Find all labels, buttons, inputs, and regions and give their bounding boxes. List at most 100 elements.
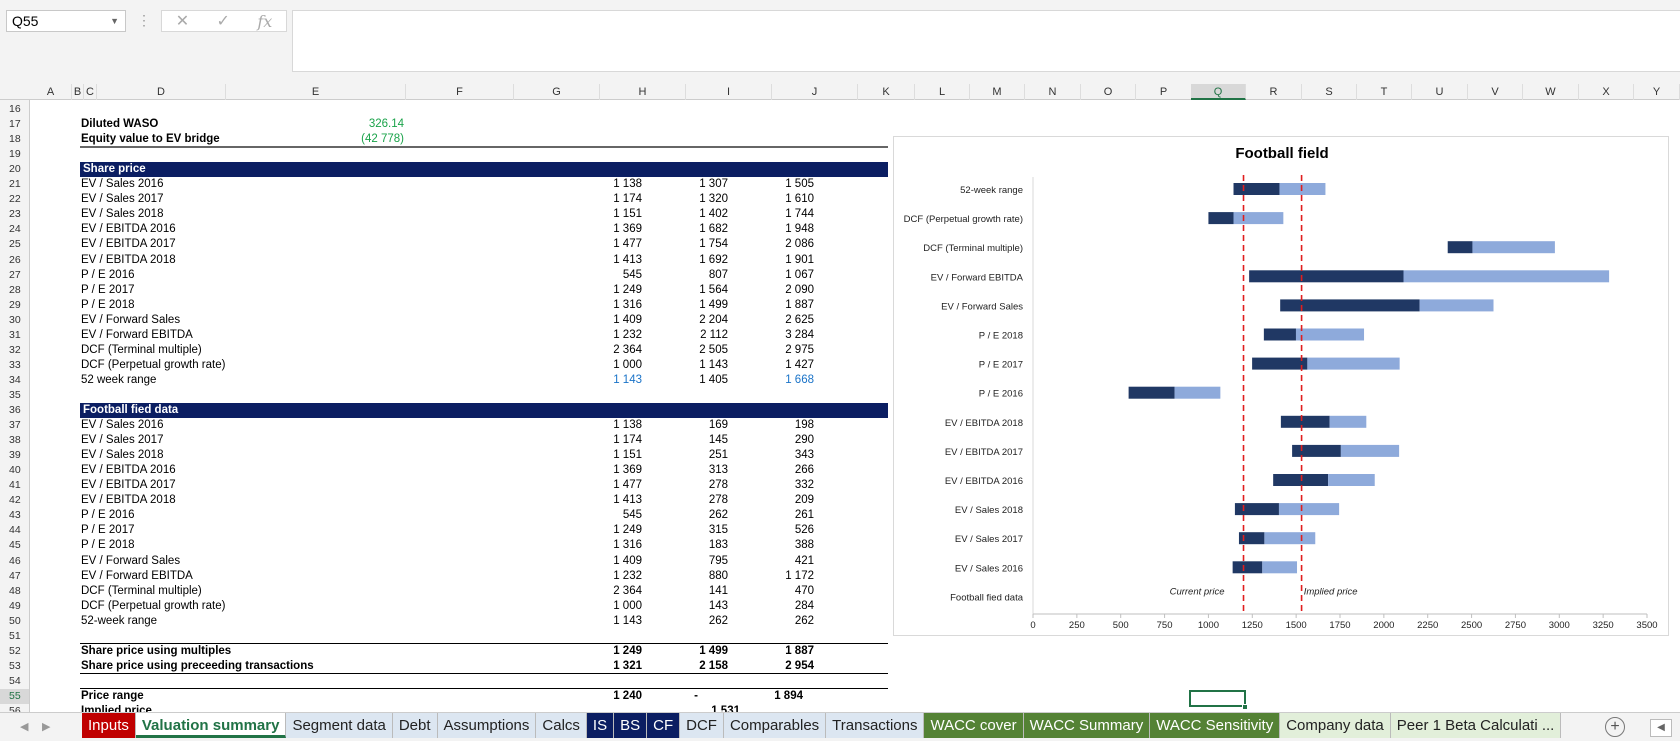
- share-price-high[interactable]: 1 744: [734, 207, 814, 222]
- share-price-label[interactable]: EV / EBITDA 2018: [81, 253, 176, 268]
- transactions-low[interactable]: 1 321: [562, 659, 642, 674]
- sheet-tab[interactable]: BS: [614, 713, 648, 738]
- share-price-low[interactable]: 1 138: [562, 177, 642, 192]
- football-data-label[interactable]: DCF (Perpetual growth rate): [81, 599, 225, 614]
- share-price-low[interactable]: 1 369: [562, 222, 642, 237]
- football-data-base[interactable]: 1 369: [562, 463, 642, 478]
- share-price-high[interactable]: 3 284: [734, 328, 814, 343]
- football-data-base[interactable]: 1 138: [562, 418, 642, 433]
- row-header[interactable]: 17: [0, 117, 29, 132]
- share-price-high[interactable]: 1 610: [734, 192, 814, 207]
- row-header[interactable]: 25: [0, 237, 29, 252]
- share-price-low[interactable]: 1 232: [562, 328, 642, 343]
- cancel-icon[interactable]: ✕: [176, 11, 189, 31]
- football-data-label[interactable]: EV / Forward Sales: [81, 554, 180, 569]
- row-header[interactable]: 29: [0, 298, 29, 313]
- column-header-e[interactable]: E: [226, 84, 406, 100]
- column-header-d[interactable]: D: [97, 84, 226, 100]
- football-data-label[interactable]: DCF (Terminal multiple): [81, 584, 202, 599]
- share-price-mid[interactable]: 1 320: [648, 192, 728, 207]
- active-cell-selection[interactable]: [1189, 690, 1246, 707]
- share-price-low[interactable]: 1 409: [562, 313, 642, 328]
- row-header[interactable]: 34: [0, 373, 29, 388]
- row-header[interactable]: 42: [0, 493, 29, 508]
- column-header-x[interactable]: X: [1579, 84, 1634, 100]
- sheet-tab[interactable]: Valuation summary: [135, 713, 287, 738]
- football-data-high[interactable]: 332: [734, 478, 814, 493]
- column-header-u[interactable]: U: [1412, 84, 1468, 100]
- row-header[interactable]: 41: [0, 478, 29, 493]
- row-header[interactable]: 51: [0, 629, 29, 644]
- share-price-label[interactable]: DCF (Terminal multiple): [81, 343, 202, 358]
- column-header-i[interactable]: I: [686, 84, 772, 100]
- row-header[interactable]: 30: [0, 313, 29, 328]
- share-price-low[interactable]: 1 477: [562, 237, 642, 252]
- share-price-low[interactable]: 1 413: [562, 253, 642, 268]
- football-data-low[interactable]: 313: [648, 463, 728, 478]
- row-header[interactable]: 53: [0, 659, 29, 674]
- football-data-label[interactable]: EV / EBITDA 2018: [81, 493, 176, 508]
- transactions-high[interactable]: 2 954: [734, 659, 814, 674]
- football-data-high[interactable]: 290: [734, 433, 814, 448]
- share-price-high[interactable]: 1 948: [734, 222, 814, 237]
- row-header[interactable]: 49: [0, 599, 29, 614]
- football-data-base[interactable]: 1 174: [562, 433, 642, 448]
- column-header-y[interactable]: Y: [1634, 84, 1680, 100]
- row-header[interactable]: 54: [0, 674, 29, 689]
- multiples-label[interactable]: Share price using multiples: [81, 644, 231, 659]
- football-data-low[interactable]: 183: [648, 538, 728, 553]
- football-data-low[interactable]: 141: [648, 584, 728, 599]
- share-price-label[interactable]: DCF (Perpetual growth rate): [81, 358, 225, 373]
- share-price-label[interactable]: 52 week range: [81, 373, 156, 388]
- column-header-w[interactable]: W: [1523, 84, 1579, 100]
- column-header-c[interactable]: C: [84, 84, 97, 100]
- share-price-mid[interactable]: 1 143: [648, 358, 728, 373]
- share-price-mid[interactable]: 1 499: [648, 298, 728, 313]
- share-price-high[interactable]: 1 668: [734, 373, 814, 388]
- football-data-low[interactable]: 315: [648, 523, 728, 538]
- share-price-high[interactable]: 1 427: [734, 358, 814, 373]
- sheet-tab[interactable]: Segment data: [286, 713, 393, 738]
- bridge-label[interactable]: Equity value to EV bridge: [81, 132, 220, 147]
- sheet-tab[interactable]: DCF: [680, 713, 724, 738]
- share-price-high[interactable]: 2 090: [734, 283, 814, 298]
- football-data-low[interactable]: 262: [648, 614, 728, 629]
- column-header-m[interactable]: M: [970, 84, 1025, 100]
- football-data-label[interactable]: EV / EBITDA 2017: [81, 478, 176, 493]
- multiples-high[interactable]: 1 887: [734, 644, 814, 659]
- share-price-mid[interactable]: 2 112: [648, 328, 728, 343]
- column-header-b[interactable]: B: [72, 84, 84, 100]
- football-data-label[interactable]: EV / EBITDA 2016: [81, 463, 176, 478]
- row-header[interactable]: 27: [0, 268, 29, 283]
- football-data-high[interactable]: 266: [734, 463, 814, 478]
- row-header[interactable]: 37: [0, 418, 29, 433]
- football-data-low[interactable]: 169: [648, 418, 728, 433]
- diluted-waso-value[interactable]: 326.14: [324, 117, 404, 132]
- row-header[interactable]: 38: [0, 433, 29, 448]
- football-data-label[interactable]: 52-week range: [81, 614, 157, 629]
- football-data-high[interactable]: 261: [734, 508, 814, 523]
- column-header-a[interactable]: A: [30, 84, 72, 100]
- formula-input[interactable]: [292, 10, 1680, 72]
- price-range-separator[interactable]: -: [618, 689, 698, 704]
- share-price-high[interactable]: 1 901: [734, 253, 814, 268]
- football-data-base[interactable]: 1 413: [562, 493, 642, 508]
- column-header-l[interactable]: L: [915, 84, 970, 100]
- share-price-mid[interactable]: 807: [648, 268, 728, 283]
- row-header[interactable]: 18: [0, 132, 29, 147]
- share-price-label[interactable]: P / E 2018: [81, 298, 135, 313]
- share-price-low[interactable]: 1 151: [562, 207, 642, 222]
- share-price-label[interactable]: EV / Sales 2017: [81, 192, 163, 207]
- football-data-high[interactable]: 209: [734, 493, 814, 508]
- name-box[interactable]: Q55 ▼: [6, 10, 126, 32]
- next-sheet-icon[interactable]: ▶: [42, 720, 50, 733]
- enter-icon[interactable]: ✓: [217, 11, 230, 31]
- row-header[interactable]: 24: [0, 222, 29, 237]
- sheet-tab[interactable]: Comparables: [723, 713, 827, 738]
- add-sheet-icon[interactable]: +: [1605, 717, 1625, 737]
- sheet-tab[interactable]: CF: [647, 713, 681, 738]
- football-data-high[interactable]: 198: [734, 418, 814, 433]
- share-price-mid[interactable]: 1 754: [648, 237, 728, 252]
- football-data-base[interactable]: 1 232: [562, 569, 642, 584]
- share-price-mid[interactable]: 1 564: [648, 283, 728, 298]
